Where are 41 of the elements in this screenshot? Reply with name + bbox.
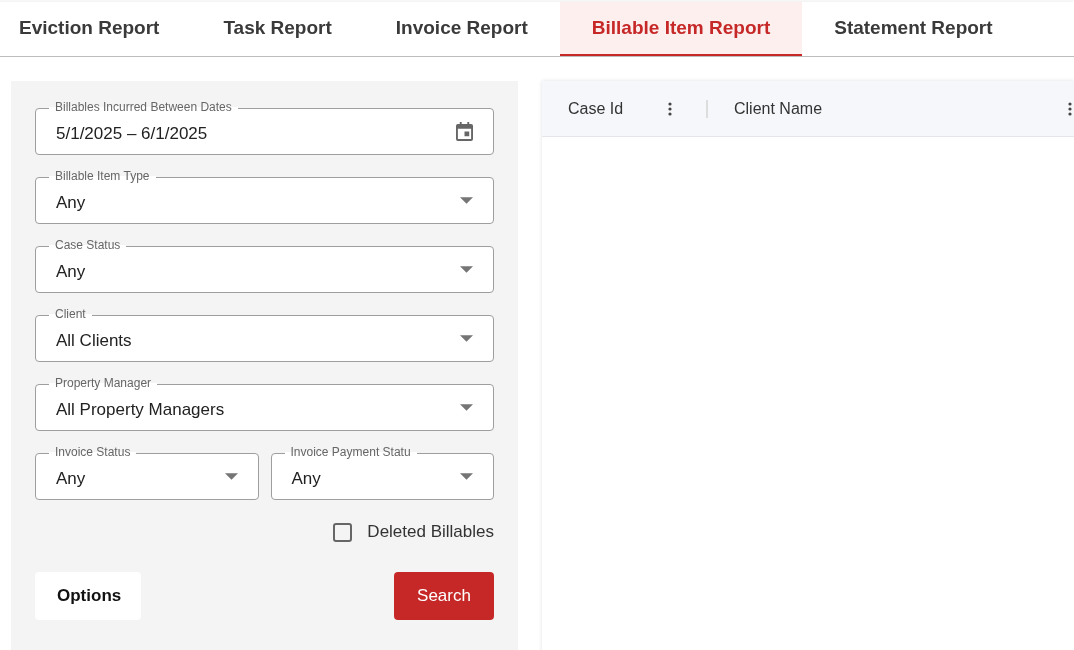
field-label: Invoice Payment Statu <box>284 445 417 459</box>
field-label: Billables Incurred Between Dates <box>49 100 238 114</box>
more-icon[interactable] <box>1068 101 1072 116</box>
report-tab[interactable]: Task Report <box>191 2 364 56</box>
field-value: 5/1/2025 – 6/1/2025 <box>56 122 209 144</box>
caret-icon <box>224 473 238 480</box>
column-header[interactable]: Case Id <box>568 99 624 118</box>
select-field[interactable]: Property Manager All Property Managers <box>35 376 494 431</box>
caret-icon <box>460 266 473 273</box>
report-tab[interactable]: Invoice Report <box>363 2 560 56</box>
field-value: Any <box>56 260 87 282</box>
more-icon[interactable] <box>668 101 672 116</box>
date-range-field[interactable]: Billables Incurred Between Dates 5/1/2025 – 6/1/2025 <box>35 100 494 155</box>
select-field[interactable]: Invoice Payment Statu Any <box>270 445 494 500</box>
field-label: Invoice Status <box>49 445 137 459</box>
select-field[interactable]: Client All Clients <box>35 307 494 362</box>
caret-icon <box>460 197 473 204</box>
select-field[interactable]: Case Status Any <box>35 238 494 293</box>
calendar-icon[interactable] <box>456 122 473 141</box>
field-label: Billable Item Type <box>49 169 156 183</box>
field-value: Any <box>56 191 87 213</box>
options-button[interactable]: Options <box>35 572 141 620</box>
checkbox[interactable] <box>333 522 353 542</box>
caret-icon <box>460 473 473 480</box>
field-value: Any <box>291 467 322 489</box>
caret-icon <box>460 335 473 342</box>
field-value: All Property Managers <box>56 398 226 420</box>
select-field[interactable]: Invoice Status Any <box>35 445 259 500</box>
field-value: Any <box>56 467 87 489</box>
report-tab[interactable]: Eviction Report <box>0 2 192 56</box>
report-tab[interactable]: Statement Report <box>802 2 1025 56</box>
field-value: All Clients <box>56 329 133 351</box>
field-label: Client <box>49 307 92 321</box>
search-button[interactable]: Search <box>394 572 494 620</box>
column-header[interactable]: Client Name <box>734 99 823 118</box>
field-label: Property Manager <box>49 376 158 390</box>
checkbox-label: Deleted Billables <box>367 522 494 542</box>
report-tab[interactable]: Billable Item Report <box>559 2 803 56</box>
select-field[interactable]: Billable Item Type Any <box>35 169 494 224</box>
field-label: Case Status <box>49 238 127 252</box>
caret-icon <box>460 404 473 411</box>
